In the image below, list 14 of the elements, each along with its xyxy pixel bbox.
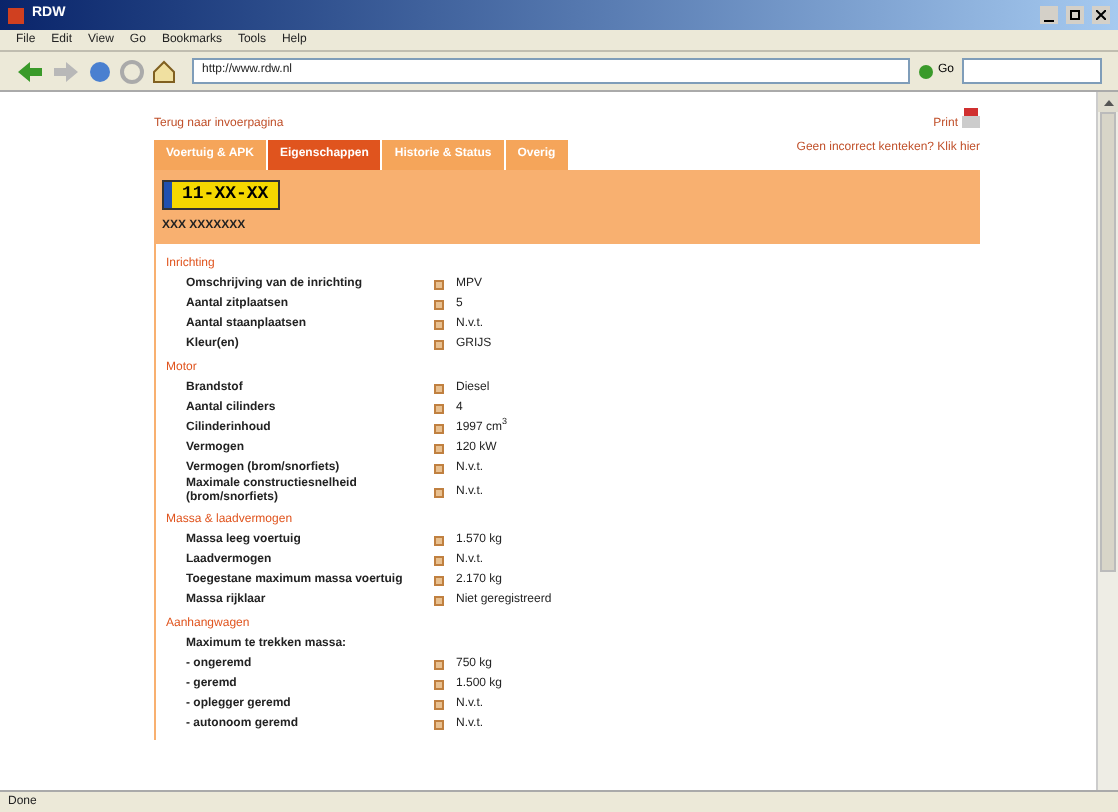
- home-icon[interactable]: [152, 59, 176, 83]
- app-icon: [8, 7, 24, 23]
- back-icon[interactable]: [16, 59, 44, 83]
- minimize-button[interactable]: [1040, 6, 1058, 24]
- scroll-thumb[interactable]: [1100, 112, 1116, 572]
- printer-icon[interactable]: [962, 108, 980, 128]
- search-field[interactable]: [962, 58, 1102, 84]
- up-arrow-icon: [1103, 99, 1113, 105]
- scroll-up-button[interactable]: [1098, 92, 1118, 112]
- scrollbar[interactable]: [1096, 92, 1118, 790]
- maximize-button[interactable]: [1066, 6, 1084, 24]
- close-button[interactable]: [1092, 6, 1110, 24]
- license-plate: 11-XX-XX: [162, 180, 281, 210]
- info-icon[interactable]: [434, 487, 444, 497]
